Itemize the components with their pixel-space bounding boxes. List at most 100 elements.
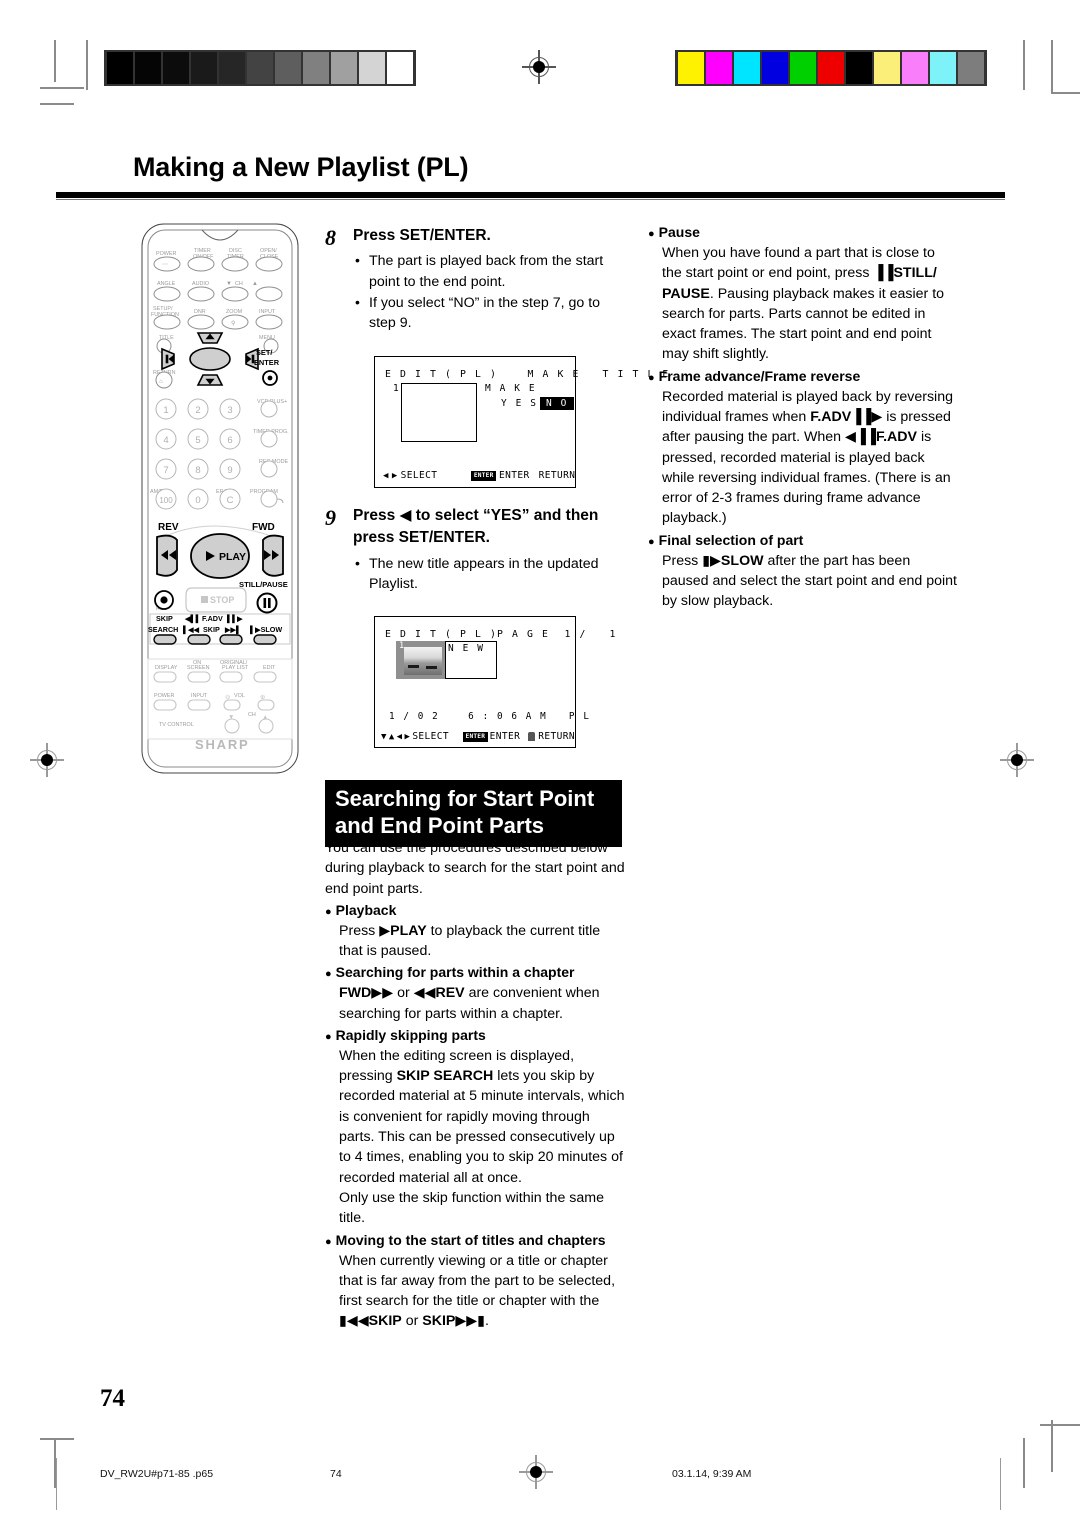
topic-playback-pre: Press (339, 922, 380, 939)
svg-text:▲: ▲ (252, 281, 258, 287)
section-heading-line1: Searching for Start Point (335, 786, 595, 811)
osd1-no-option[interactable]: N O (540, 397, 574, 410)
step-9: 9 Press ◀ to select “YES” and then press… (325, 505, 625, 595)
svg-text:PLAY: PLAY (219, 551, 246, 563)
registration-mark-right (1000, 743, 1034, 777)
svg-text:▌▶SLOW: ▌▶SLOW (250, 625, 282, 635)
svg-text:ZOOM: ZOOM (226, 309, 243, 315)
fwd-button-reference: FWD▶▶ (339, 985, 394, 1002)
topic-pause-title: Pause (648, 222, 958, 243)
step-9-head-pre: Press (353, 507, 400, 524)
registration-mark-left (30, 743, 64, 777)
step-8-heading: Press SET/ENTER. (353, 225, 625, 247)
footer-page: 74 (330, 1468, 342, 1480)
topic-search-chapter-body: FWD▶▶ or ◀◀REV are convenient when searc… (325, 983, 625, 1024)
color-swatch-10 (958, 52, 984, 84)
down-arrow-icon: ▼ (381, 731, 387, 742)
osd2-footer-bar: ▼ ▲ ◀ ▶ SELECT ENTER ENTER RETURN (375, 731, 575, 742)
svg-text:STOP: STOP (210, 595, 234, 605)
osd1-yes-option[interactable]: Y E S (501, 398, 538, 409)
svg-text:FWD: FWD (252, 522, 275, 533)
svg-text:SCREEN: SCREEN (187, 665, 210, 671)
color-swatch-6 (846, 52, 872, 84)
footer-rule-left (56, 1458, 58, 1510)
crop-mark-top-right-h (1051, 92, 1080, 94)
crop-mark-bottom-right-v (1023, 1438, 1025, 1488)
topic-skip-extra: Only use the skip function within the sa… (339, 1189, 604, 1227)
svg-text:AUDIO: AUDIO (192, 281, 209, 287)
svg-text:SET/: SET/ (256, 348, 272, 357)
footer-filename: DV_RW2U#p71-85 .p65 (100, 1468, 214, 1480)
svg-text:ANGLE: ANGLE (157, 281, 176, 287)
osd1-make-label: M A K E (485, 383, 537, 394)
osd-screen-make-title: E D I T ( P L ) M A K E T I T L E 1 M A … (374, 356, 668, 488)
crop-mark-bottom-left-h (40, 1438, 74, 1440)
gray-swatch-9 (359, 52, 385, 84)
gray-swatch-6 (275, 52, 301, 84)
color-swatch-9 (930, 52, 956, 84)
osd1-title: E D I T ( P L ) M A K E T I T L E (385, 369, 670, 380)
osd2-return-label: RETURN (538, 731, 575, 742)
osd2-new-title: N E W (448, 643, 485, 654)
topic-search-chapter-title: Searching for parts within a chapter (325, 962, 625, 983)
gray-swatch-0 (107, 52, 133, 84)
left-arrow-icon: ◀ (383, 470, 389, 481)
topic-skip-body: When the editing screen is displayed, pr… (325, 1046, 625, 1188)
color-swatch-bar (675, 50, 987, 86)
step-8-head-pre: Press (353, 227, 400, 244)
svg-text:4: 4 (163, 435, 168, 446)
topic-search-mid: or (393, 985, 414, 1002)
svg-text:DNR: DNR (194, 309, 206, 315)
svg-text:ENTER: ENTER (254, 358, 280, 367)
svg-text:▲: ▲ (262, 714, 268, 721)
osd1-select-label: SELECT (400, 470, 438, 481)
remote-control-illustration: POWER TIMERON/OFF DISCTIMER OPEN/CLOSE A… (140, 222, 300, 775)
step-8-head-post: . (486, 227, 491, 244)
gray-swatch-2 (163, 52, 189, 84)
step-9-head-post: to select “YES” and then (411, 507, 599, 524)
osd1-thumbnail-placeholder (401, 383, 477, 442)
skip-back-button-reference: ▮◀◀SKIP (339, 1313, 402, 1330)
color-swatch-4 (790, 52, 816, 84)
step-9-number: 9 (325, 505, 336, 530)
gray-swatch-7 (303, 52, 329, 84)
svg-text:▌▌▶: ▌▌▶ (227, 614, 243, 624)
registration-mark-top-center (522, 50, 556, 84)
topic-moving-mid: or (401, 1313, 423, 1330)
svg-text:⚲: ⚲ (231, 320, 235, 327)
topic-moving-body: When currently viewing or a title or cha… (325, 1251, 625, 1332)
svg-text:1: 1 (163, 405, 168, 416)
svg-text:REV: REV (158, 522, 179, 533)
crop-mark-top-left-v (54, 40, 56, 82)
topic-moving-post: . (485, 1313, 489, 1330)
svg-text:EDIT: EDIT (263, 665, 276, 671)
svg-text:SKIP: SKIP (156, 614, 173, 623)
topic-moving-title: Moving to the start of titles and chapte… (325, 1230, 625, 1251)
crop-mark-top-left-h2 (40, 103, 74, 105)
svg-text:SHARP: SHARP (195, 737, 250, 752)
grayscale-swatch-bar (104, 50, 416, 86)
svg-text:PLAY LIST: PLAY LIST (222, 665, 249, 671)
svg-text:5: 5 (195, 435, 200, 446)
gray-swatch-5 (247, 52, 273, 84)
slow-button-reference: ▮▶SLOW (702, 552, 764, 569)
svg-text:SEARCH: SEARCH (148, 625, 178, 634)
svg-text:▼: ▼ (228, 714, 234, 721)
gray-swatch-10 (387, 52, 413, 84)
step-8-bullet-1: The part is played back from the start p… (355, 250, 625, 292)
topic-frame-advance-title: Frame advance/Frame reverse (648, 366, 958, 387)
section-body: You can use the procedures described bel… (325, 838, 625, 1332)
svg-text:⌂: ⌂ (159, 379, 163, 385)
crop-mark-top-right-v (1023, 40, 1025, 90)
color-swatch-5 (818, 52, 844, 84)
svg-text:⋯: ⋯ (162, 262, 168, 268)
osd1-index: 1 (393, 383, 401, 394)
svg-text:◀▌▌: ◀▌▌ (184, 614, 201, 624)
svg-text:CH: CH (248, 712, 256, 718)
skip-search-button-reference: SKIP SEARCH (396, 1068, 494, 1085)
svg-text:7: 7 (163, 465, 168, 476)
svg-text:POWER: POWER (156, 251, 176, 257)
svg-text:▼: ▼ (226, 281, 232, 287)
osd1-footer-bar: ◀ ▶ SELECT ENTER ENTER RETURN (375, 470, 575, 481)
section-intro: You can use the procedures described bel… (325, 840, 625, 897)
